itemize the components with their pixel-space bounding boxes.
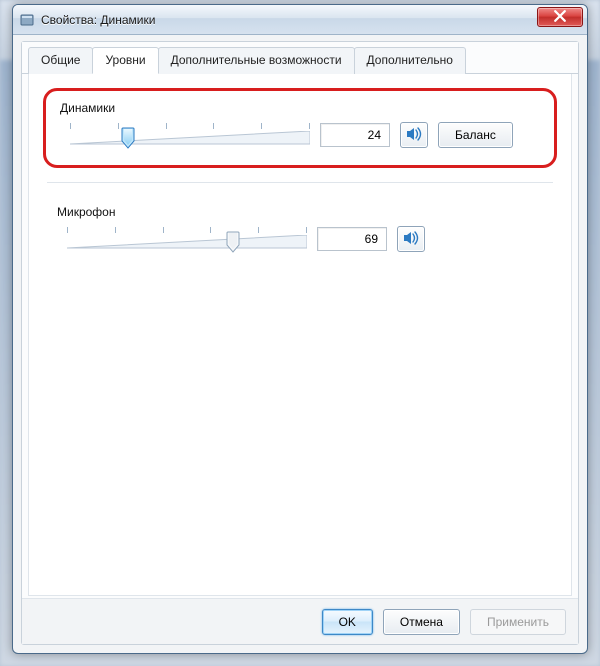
- microphone-group: Микрофон: [43, 195, 557, 269]
- speakers-slider-thumb[interactable]: [121, 127, 135, 149]
- speakers-group: Динамики: [43, 88, 557, 168]
- microphone-slider-thumb[interactable]: [226, 231, 240, 253]
- speakers-label: Динамики: [60, 101, 544, 115]
- microphone-slider[interactable]: [67, 225, 307, 253]
- speakers-value[interactable]: [320, 123, 390, 147]
- ok-button[interactable]: OK: [322, 609, 373, 635]
- speakers-mute-button[interactable]: [400, 122, 428, 148]
- tab-enhancements[interactable]: Дополнительные возможности: [158, 47, 355, 74]
- speakers-slider[interactable]: [70, 121, 310, 149]
- microphone-mute-button[interactable]: [397, 226, 425, 252]
- speaker-icon: [406, 127, 422, 144]
- tab-strip: Общие Уровни Дополнительные возможности …: [22, 42, 578, 74]
- tab-panel-levels: Динамики: [28, 74, 572, 596]
- separator: [47, 182, 553, 183]
- cancel-button[interactable]: Отмена: [383, 609, 460, 635]
- properties-window: Свойства: Динамики Общие Уровни Дополнит…: [12, 4, 588, 654]
- tab-advanced[interactable]: Дополнительно: [354, 47, 466, 74]
- titlebar[interactable]: Свойства: Динамики: [13, 5, 587, 35]
- client-area: Общие Уровни Дополнительные возможности …: [21, 41, 579, 645]
- microphone-value[interactable]: [317, 227, 387, 251]
- speaker-icon: [403, 231, 419, 248]
- dialog-footer: OK Отмена Применить: [22, 598, 578, 644]
- apply-button[interactable]: Применить: [470, 609, 566, 635]
- tab-levels[interactable]: Уровни: [92, 47, 158, 74]
- tab-general[interactable]: Общие: [28, 47, 93, 74]
- microphone-row: [53, 225, 547, 253]
- speakers-row: Баланс: [56, 121, 544, 149]
- close-button[interactable]: [537, 7, 583, 27]
- window-icon: [19, 12, 35, 28]
- window-title: Свойства: Динамики: [41, 13, 155, 27]
- close-icon: [554, 10, 566, 25]
- balance-button[interactable]: Баланс: [438, 122, 513, 148]
- microphone-label: Микрофон: [57, 205, 547, 219]
